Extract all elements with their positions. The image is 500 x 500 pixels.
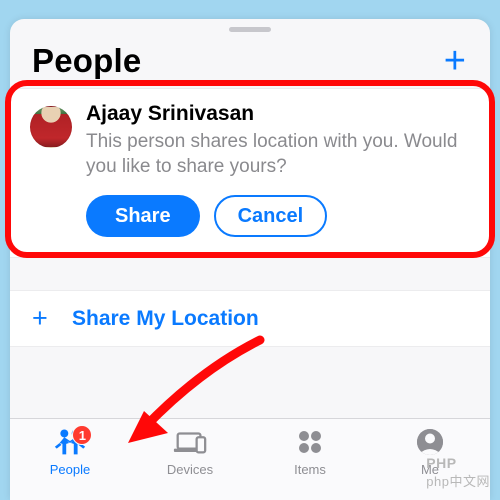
tab-items[interactable]: Items bbox=[250, 427, 370, 500]
watermark: PHP php中文网 bbox=[426, 455, 490, 490]
contact-body: Ajaay Srinivasan This person shares loca… bbox=[86, 102, 470, 237]
notification-badge: 1 bbox=[72, 425, 92, 445]
share-my-location-row[interactable]: + Share My Location bbox=[10, 290, 490, 347]
contact-card[interactable]: Ajaay Srinivasan This person shares loca… bbox=[10, 88, 490, 258]
devices-icon bbox=[172, 427, 208, 457]
button-row: Share Cancel bbox=[86, 195, 470, 237]
watermark-line2: php中文网 bbox=[426, 471, 490, 490]
avatar bbox=[30, 106, 72, 148]
content: Ajaay Srinivasan This person shares loca… bbox=[10, 88, 490, 418]
tab-label: People bbox=[50, 462, 90, 477]
contact-name: Ajaay Srinivasan bbox=[86, 102, 470, 126]
me-icon bbox=[412, 427, 448, 457]
sheet: People + Ajaay Srinivasan This person sh… bbox=[10, 19, 490, 500]
header: People + bbox=[10, 38, 490, 88]
add-button[interactable]: + bbox=[444, 42, 468, 80]
share-my-location-label: Share My Location bbox=[72, 307, 259, 331]
drag-handle[interactable] bbox=[229, 27, 271, 32]
tab-people[interactable]: People 1 bbox=[10, 427, 130, 500]
watermark-line1: PHP bbox=[426, 455, 490, 471]
tab-devices[interactable]: Devices bbox=[130, 427, 250, 500]
share-button[interactable]: Share bbox=[86, 195, 200, 237]
plus-icon: + bbox=[32, 305, 72, 332]
tab-label: Items bbox=[294, 462, 326, 477]
contact-message: This person shares location with you. Wo… bbox=[86, 129, 470, 179]
tab-label: Devices bbox=[167, 462, 213, 477]
tab-bar: People 1 Devices bbox=[10, 418, 490, 500]
cancel-button[interactable]: Cancel bbox=[214, 195, 328, 237]
items-icon bbox=[292, 427, 328, 457]
page-title: People bbox=[32, 42, 141, 80]
